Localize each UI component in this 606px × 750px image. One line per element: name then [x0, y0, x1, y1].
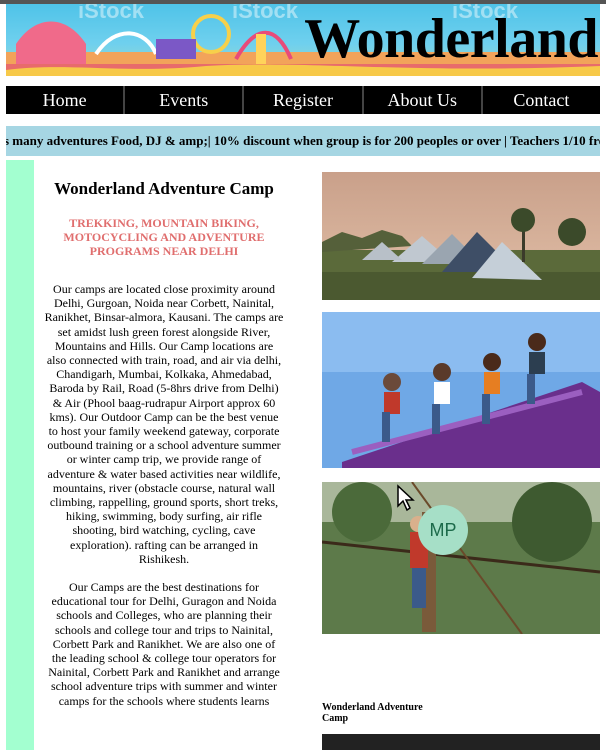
amusement-ride-image — [322, 312, 600, 468]
ride-group-photo — [322, 312, 600, 468]
ticker-text: s many adventures Food, DJ & amp;| 10% d… — [6, 133, 600, 148]
left-accent-bar — [6, 160, 34, 750]
announcement-ticker: s many adventures Food, DJ & amp;| 10% d… — [6, 126, 600, 156]
main-nav: Home Events Register About Us Contact — [6, 86, 600, 114]
tour-paragraph: Our Camps are the best destinations for … — [48, 580, 280, 708]
camp-tents-image — [322, 172, 600, 300]
header-banner: iStock iStock iStock Wonderland — [6, 4, 600, 76]
site-title: Wonderland — [304, 8, 598, 70]
user-avatar[interactable]: MP — [418, 505, 468, 555]
watermark-2: iStock — [232, 4, 299, 23]
sidebar-caption: Wonderland Adventure Camp — [322, 702, 423, 724]
nav-about-us[interactable]: About Us — [361, 86, 481, 114]
nav-home[interactable]: Home — [6, 86, 123, 114]
nav-events[interactable]: Events — [123, 86, 242, 114]
watermark-1: iStock — [78, 4, 145, 23]
page-title: Wonderland Adventure Camp — [54, 179, 274, 198]
sidebar-dark-footer — [322, 734, 600, 750]
camp-tents-photo — [322, 172, 600, 300]
main-content: Wonderland Adventure Camp TREKKING, MOUN… — [44, 170, 284, 708]
nav-contact[interactable]: Contact — [480, 86, 600, 114]
cursor-icon — [397, 484, 415, 512]
intro-paragraph: Our camps are located close proximity ar… — [44, 282, 284, 566]
tree-climbing-image — [322, 482, 600, 634]
page-subtitle: TREKKING, MOUNTAIN BIKING, MOTOCYCLING A… — [63, 216, 265, 258]
climbing-photo — [322, 482, 600, 634]
nav-register[interactable]: Register — [242, 86, 361, 114]
